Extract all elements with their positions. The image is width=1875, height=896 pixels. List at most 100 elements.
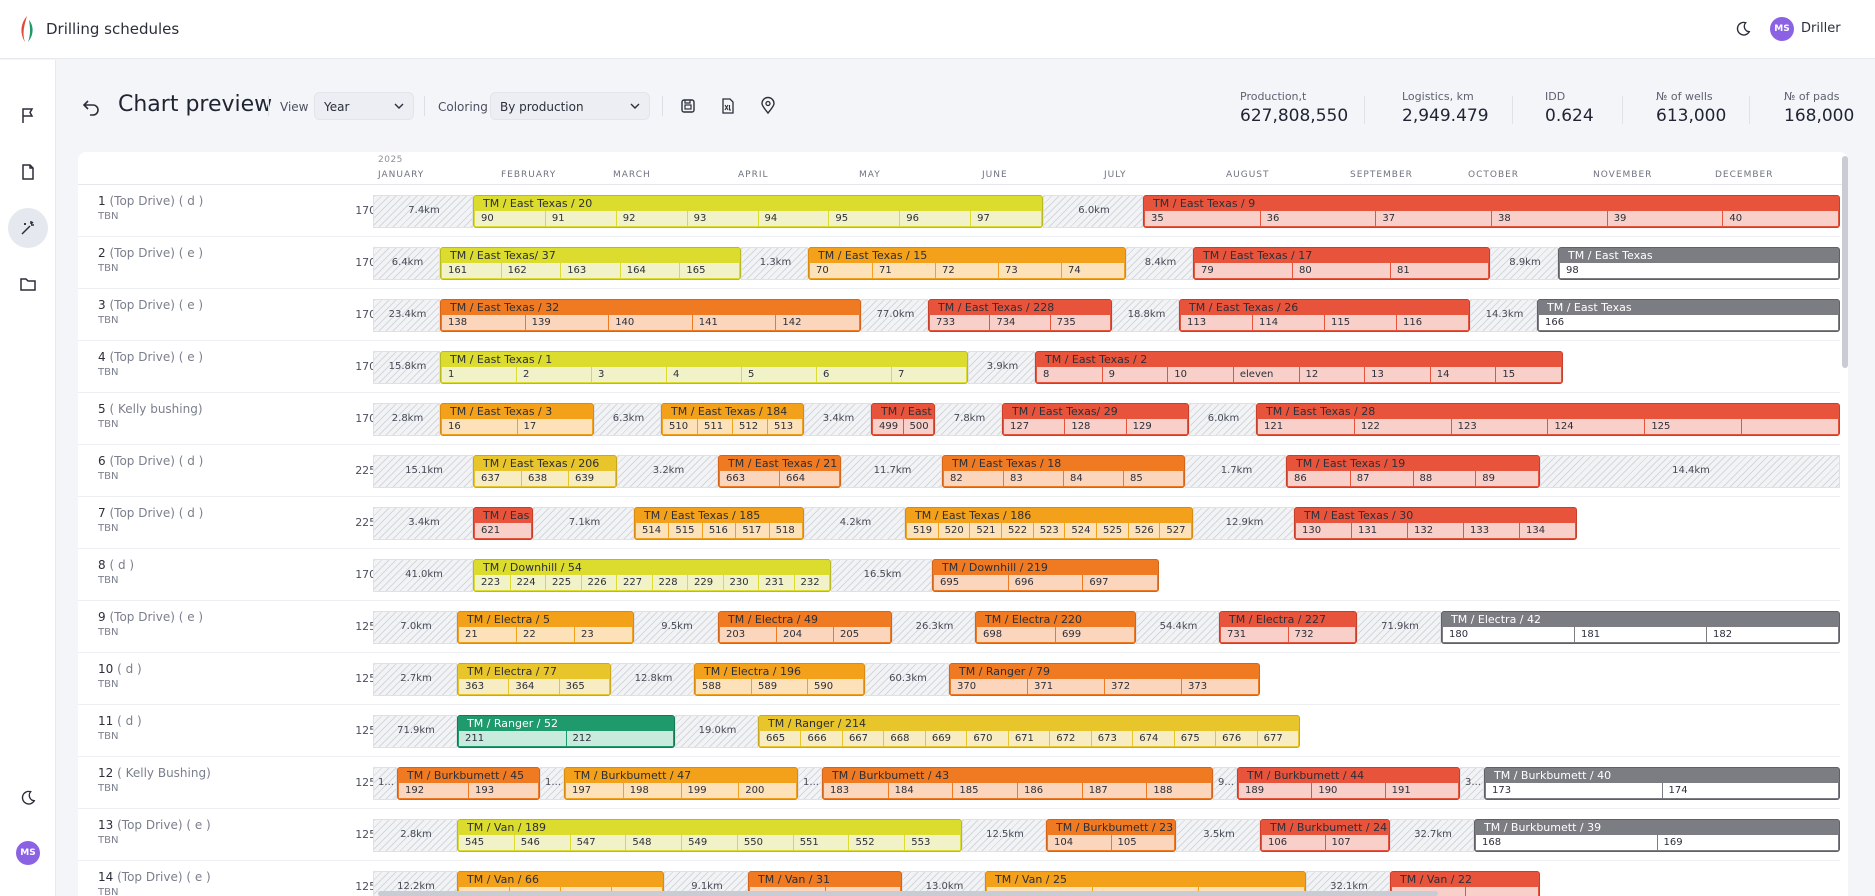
- well-cell[interactable]: 211: [459, 731, 566, 746]
- relocation-gap[interactable]: 2.8km: [373, 819, 457, 852]
- relocation-gap[interactable]: 7.4km: [373, 195, 473, 228]
- well-cell[interactable]: 638: [522, 471, 568, 486]
- well-cell[interactable]: 161: [442, 263, 501, 278]
- well-cell[interactable]: 180: [1443, 627, 1574, 642]
- relocation-gap[interactable]: 12.5km: [962, 819, 1046, 852]
- pad-bar[interactable]: TM / East Texas/ 37 161 162 163 164 165: [440, 247, 741, 280]
- relocation-gap[interactable]: 3.5km: [1176, 819, 1260, 852]
- well-cell[interactable]: 124: [1548, 419, 1645, 434]
- pad-bar[interactable]: TM / East Texas / 9 35 36 37 38 39 40: [1143, 195, 1840, 228]
- well-cell[interactable]: 128: [1065, 419, 1126, 434]
- well-cell[interactable]: 519: [907, 523, 938, 538]
- well-cell[interactable]: 522: [1002, 523, 1033, 538]
- relocation-gap[interactable]: 14.3km: [1470, 299, 1537, 332]
- well-cell[interactable]: 35: [1145, 211, 1260, 226]
- pad-bar[interactable]: TM / Burkbumett / 44 189 190 191: [1237, 767, 1460, 800]
- well-cell[interactable]: 186: [1018, 783, 1082, 798]
- well-cell[interactable]: 525: [1097, 523, 1128, 538]
- well-cell[interactable]: 512: [733, 419, 767, 434]
- well-cell[interactable]: 82: [944, 471, 1003, 486]
- well-cell[interactable]: 637: [475, 471, 521, 486]
- well-cell[interactable]: 40: [1723, 211, 1839, 226]
- well-cell[interactable]: 363: [459, 679, 509, 694]
- relocation-gap[interactable]: 3.9km: [968, 351, 1035, 384]
- well-cell[interactable]: 199: [681, 783, 739, 798]
- well-cell[interactable]: 6: [817, 367, 891, 382]
- well-cell[interactable]: 7: [892, 367, 966, 382]
- relocation-gap[interactable]: 3.2km: [617, 455, 718, 488]
- pad-bar[interactable]: TM / East Texas / 213 663 664: [718, 455, 841, 488]
- well-cell[interactable]: 88: [1413, 471, 1476, 486]
- sidebar-user-avatar[interactable]: MS: [16, 841, 40, 865]
- well-cell[interactable]: 168: [1476, 835, 1657, 850]
- well-cell[interactable]: 231: [759, 575, 794, 590]
- pad-bar[interactable]: TM / East Texas 98: [1558, 247, 1840, 280]
- well-cell[interactable]: 552: [849, 835, 905, 850]
- relocation-gap[interactable]: 1.3km: [741, 247, 808, 280]
- pad-bar[interactable]: TM / East Texas / 32 138 139 140 141 142: [440, 299, 861, 332]
- well-cell[interactable]: 131: [1352, 523, 1407, 538]
- well-cell[interactable]: 669: [925, 731, 967, 746]
- well-cell[interactable]: 197: [566, 783, 623, 798]
- well-cell[interactable]: 590: [808, 679, 863, 694]
- relocation-gap[interactable]: 7.0km: [373, 611, 457, 644]
- well-cell[interactable]: 173: [1486, 783, 1662, 798]
- relocation-gap[interactable]: 12.8km: [611, 663, 694, 696]
- well-cell[interactable]: 163: [561, 263, 620, 278]
- well-cell[interactable]: 515: [669, 523, 702, 538]
- well-cell[interactable]: 80: [1293, 263, 1390, 278]
- well-cell[interactable]: 589: [752, 679, 807, 694]
- pad-bar[interactable]: TM / East Texas / 17 79 80 81: [1193, 247, 1490, 280]
- well-cell[interactable]: 192: [399, 783, 468, 798]
- well-cell[interactable]: 140: [609, 315, 692, 330]
- relocation-gap[interactable]: 12.9km: [1193, 507, 1294, 540]
- well-cell[interactable]: 95: [829, 211, 900, 226]
- well-cell[interactable]: 96: [900, 211, 971, 226]
- relocation-gap[interactable]: 2.7km: [373, 663, 457, 696]
- well-cell[interactable]: 224: [510, 575, 545, 590]
- pad-bar[interactable]: TM / East Texas621: [473, 507, 533, 540]
- relocation-gap[interactable]: 16.5km: [831, 559, 932, 592]
- pad-bar[interactable]: TM / East Texas / 3 16 17: [440, 403, 594, 436]
- well-cell[interactable]: 371: [1028, 679, 1104, 694]
- well-cell[interactable]: 523: [1033, 523, 1065, 538]
- well-cell[interactable]: 14: [1430, 367, 1496, 382]
- relocation-gap[interactable]: 1.7km: [1185, 455, 1286, 488]
- well-cell[interactable]: 123: [1451, 419, 1548, 434]
- well-cell[interactable]: 12: [1299, 367, 1365, 382]
- well-cell[interactable]: 15: [1496, 367, 1561, 382]
- well-cell[interactable]: 114: [1253, 315, 1324, 330]
- well-cell[interactable]: 547: [570, 835, 626, 850]
- pad-bar[interactable]: TM / East Texas / 15 70 71 72 73 74: [808, 247, 1126, 280]
- well-cell[interactable]: 553: [905, 835, 961, 850]
- relocation-gap[interactable]: 15.1km: [373, 455, 473, 488]
- well-cell[interactable]: 107: [1325, 835, 1388, 850]
- sidebar-item-document[interactable]: [8, 152, 48, 192]
- relocation-gap[interactable]: 11.7km: [841, 455, 942, 488]
- well-cell[interactable]: 115: [1325, 315, 1396, 330]
- well-cell[interactable]: 89: [1476, 471, 1538, 486]
- pad-bar[interactable]: TM / Electra / 220 698 699: [975, 611, 1136, 644]
- well-cell[interactable]: 22: [517, 627, 574, 642]
- well-cell[interactable]: 187: [1082, 783, 1147, 798]
- well-cell[interactable]: 16: [442, 419, 517, 434]
- well-cell[interactable]: 188: [1147, 783, 1212, 798]
- well-cell[interactable]: 696: [1008, 575, 1083, 590]
- relocation-gap[interactable]: 6.0km: [1189, 403, 1256, 436]
- well-cell[interactable]: 87: [1350, 471, 1413, 486]
- well-cell[interactable]: 164: [620, 263, 680, 278]
- pad-bar[interactable]: TM / East Texas / 206 637 638 639: [473, 455, 617, 488]
- pad-bar[interactable]: TM / East Texas / 19 86 87 88 89: [1286, 455, 1540, 488]
- well-cell[interactable]: 232: [794, 575, 829, 590]
- well-cell[interactable]: 23: [575, 627, 632, 642]
- well-cell[interactable]: 105: [1111, 835, 1174, 850]
- well-cell[interactable]: 98: [1560, 263, 1838, 278]
- well-cell[interactable]: 665: [760, 731, 801, 746]
- well-cell[interactable]: 39: [1607, 211, 1723, 226]
- pad-bar[interactable]: TM / Van / 189 545 546 547 548 549 550 551 552 55…: [457, 819, 962, 852]
- pad-bar[interactable]: TM / East Texas499500: [871, 403, 935, 436]
- well-cell[interactable]: 514: [636, 523, 669, 538]
- well-cell[interactable]: 189: [1239, 783, 1312, 798]
- well-cell[interactable]: 734: [990, 315, 1050, 330]
- relocation-gap[interactable]: 1...: [540, 767, 564, 800]
